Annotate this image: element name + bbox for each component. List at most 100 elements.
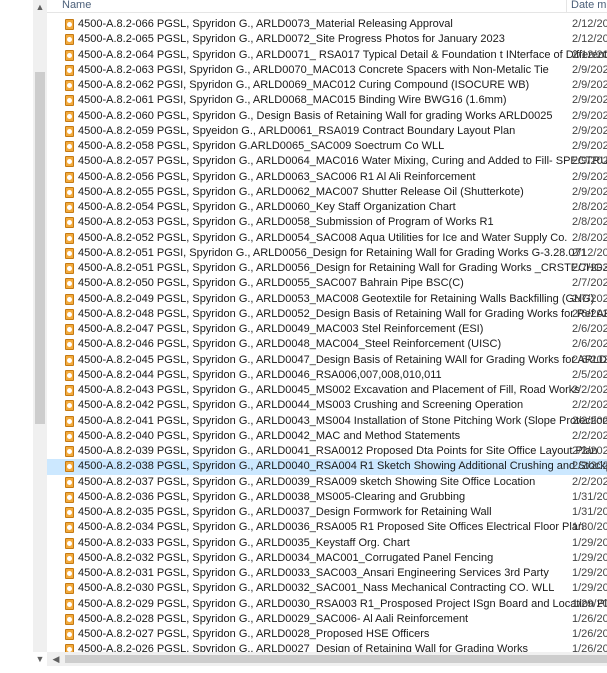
- file-row[interactable]: 4500-A.8.2-051 PGSL, Spyridon G., ARLD00…: [47, 261, 607, 276]
- file-row[interactable]: 4500-A.8.2-036 PGSL, Spyridon G., ARLD00…: [47, 490, 607, 505]
- file-row[interactable]: 4500-A.8.2-061 PGSI, Spyridon G., ARLD00…: [47, 93, 607, 108]
- file-row[interactable]: 4500-A.8.2-041 PGSL, Spyridon G., ARLD00…: [47, 414, 607, 429]
- file-date: 2/6/2023: [572, 307, 607, 320]
- column-name-header[interactable]: Name: [62, 0, 91, 11]
- file-name: 4500-A.8.2-062 PGSI, Spyridon G., ARLD00…: [78, 79, 530, 91]
- file-row[interactable]: 4500-A.8.2-037 PGSL, Spyridon G., ARLD00…: [47, 475, 607, 490]
- file-row[interactable]: 4500-A.8.2-034 PGSL, Spyridon G., ARLD00…: [47, 520, 607, 535]
- pdf-file-icon: [65, 95, 74, 107]
- file-row[interactable]: 4500-A.8.2-055 PGSL, Spyridon G., ARLD00…: [47, 185, 607, 200]
- file-date: 2/2/2023: [572, 414, 607, 427]
- file-date: 2/9/2023: [572, 94, 607, 107]
- pdf-file-icon: [65, 247, 74, 259]
- file-row[interactable]: 4500-A.8.2-062 PGSI, Spyridon G., ARLD00…: [47, 78, 607, 93]
- file-row[interactable]: 4500-A.8.2-059 PGSL, Spyeidon G., ARLD00…: [47, 124, 607, 139]
- file-row[interactable]: 4500-A.8.2-043 PGSL, Spyridon G., ARLD00…: [47, 383, 607, 398]
- file-row[interactable]: 4500-A.8.2-027 PGSL, Spyridon G., ARLD00…: [47, 627, 607, 642]
- vertical-scroll-thumb[interactable]: [35, 72, 45, 424]
- file-row[interactable]: 4500-A.8.2-049 PGSL, Spyridon G., ARLD00…: [47, 292, 607, 307]
- file-name: 4500-A.8.2-057 PGSL, Spyridon G., ARLD00…: [78, 155, 607, 168]
- file-row[interactable]: 4500-A.8.2-032 PGSL, Spyridon G., ARLD00…: [47, 551, 607, 566]
- file-name: 4500-A.8.2-041 PGSL, Spyridon G., ARLD00…: [78, 414, 607, 427]
- horizontal-scroll-thumb[interactable]: [65, 655, 607, 663]
- column-date-header[interactable]: Date mod: [571, 0, 607, 11]
- file-row[interactable]: 4500-A.8.2-050 PGSL, Spyridon G., ARLD00…: [47, 276, 607, 291]
- file-row[interactable]: 4500-A.8.2-029 PGSL, Spyridon G., ARLD00…: [47, 597, 607, 612]
- file-name: 4500-A.8.2-066 PGSL, Spyridon G., ARLD00…: [78, 18, 453, 30]
- file-row[interactable]: 4500-A.8.2-046 PGSL, Spyridon G., ARLD00…: [47, 337, 607, 352]
- pdf-file-icon: [65, 568, 74, 579]
- file-date: 2/12/202: [572, 18, 607, 30]
- file-row[interactable]: 4500-A.8.2-038 PGSL, Spyridon G., ARLD00…: [47, 459, 607, 475]
- file-name: 4500-A.8.2-044 PGSL, Spyridon G., ARLD00…: [78, 368, 442, 381]
- file-row[interactable]: 4500-A.8.2-040 PGSL, Spyridon G., ARLD00…: [47, 429, 607, 444]
- file-row[interactable]: 4500-A.8.2-056 PGSL, Spyridon G., ARLD00…: [47, 170, 607, 185]
- file-date: 1/29/202: [572, 597, 607, 610]
- file-row[interactable]: 4500-A.8.2-039 PGSL, Spyridon G., ARLD00…: [47, 444, 607, 459]
- file-row[interactable]: 4500-A.8.2-058 PGSL, Spyridon G.ARLD0065…: [47, 139, 607, 154]
- file-date: 1/31/202: [572, 506, 607, 518]
- file-row[interactable]: 4500-A.8.2-042 PGSL, Spyridon G., ARLD00…: [47, 398, 607, 413]
- file-row[interactable]: 4500-A.8.2-057 PGSL, Spyridon G., ARLD00…: [47, 154, 607, 169]
- file-row[interactable]: 4500-A.8.2-035 PGSL, Spyridon G., ARLD00…: [47, 505, 607, 520]
- file-row[interactable]: 4500-A.8.2-052 PGSL, Spyridon G., ARLD00…: [47, 231, 607, 246]
- file-name: 4500-A.8.2-030 PGSL, Spyridon G., ARLD00…: [78, 582, 555, 595]
- pdf-file-icon: [65, 156, 74, 168]
- file-name: 4500-A.8.2-032 PGSL, Spyridon G., ARLD00…: [78, 551, 494, 564]
- file-date: 1/31/202: [572, 490, 607, 503]
- file-name: 4500-A.8.2-052 PGSL, Spyridon G., ARLD00…: [78, 231, 568, 244]
- column-divider[interactable]: [566, 0, 567, 12]
- file-date: 2/2/2023: [572, 460, 607, 473]
- file-row[interactable]: 4500-A.8.2-064 PGSL, Spyridon G., ARLD00…: [47, 48, 607, 63]
- file-list: 4500-A.8.2-066 PGSL, Spyridon G., ARLD00…: [47, 17, 607, 658]
- file-date: 2/12/202: [572, 33, 607, 46]
- file-name: 4500-A.8.2-038 PGSL, Spyridon G., ARLD00…: [78, 460, 607, 473]
- pdf-file-icon: [65, 354, 74, 366]
- file-row[interactable]: 4500-A.8.2-066 PGSL, Spyridon G., ARLD00…: [47, 17, 607, 32]
- file-date: 2/2/2023: [572, 445, 607, 457]
- file-date: 2/6/2023: [572, 323, 607, 335]
- file-name: 4500-A.8.2-047 PGSL, Spyridon G., ARLD00…: [78, 323, 484, 335]
- file-row[interactable]: 4500-A.8.2-044 PGSL, Spyridon G., ARLD00…: [47, 368, 607, 383]
- navigation-pane: [0, 0, 33, 652]
- column-header: Name Date mod: [47, 0, 607, 13]
- file-date: 2/9/2023: [572, 185, 607, 198]
- file-row[interactable]: 4500-A.8.2-045 PGSL, Spyridon G., ARLD00…: [47, 353, 607, 368]
- file-row[interactable]: 4500-A.8.2-054 PGSL, Spyridon G., ARLD00…: [47, 200, 607, 215]
- file-row[interactable]: 4500-A.8.2-031 PGSL, Spyridon G., ARLD00…: [47, 566, 607, 581]
- file-name: 4500-A.8.2-045 PGSL, Spyridon G., ARLD00…: [78, 353, 607, 366]
- file-date: 1/29/202: [572, 536, 607, 549]
- file-row[interactable]: 4500-A.8.2-053 PGSL, Spyridon G., ARLD00…: [47, 215, 607, 230]
- file-row[interactable]: 4500-A.8.2-047 PGSL, Spyridon G., ARLD00…: [47, 322, 607, 337]
- file-row[interactable]: 4500-A.8.2-063 PGSI, Spyridon G., ARLD00…: [47, 63, 607, 78]
- scroll-up-icon[interactable]: ▲: [33, 0, 47, 14]
- pdf-file-icon: [65, 552, 74, 564]
- file-name: 4500-A.8.2-054 PGSL, Spyridon G., ARLD00…: [78, 201, 456, 213]
- pdf-file-icon: [65, 446, 74, 457]
- pdf-file-icon: [65, 293, 74, 305]
- file-row[interactable]: 4500-A.8.2-051 PGSI, Spyridon G., ARLD00…: [47, 246, 607, 261]
- pdf-file-icon: [65, 278, 74, 290]
- file-date: 2/2/2023: [572, 475, 607, 488]
- file-row[interactable]: 4500-A.8.2-030 PGSL, Spyridon G., ARLD00…: [47, 581, 607, 596]
- file-name: 4500-A.8.2-051 PGSI, Spyridon G., ARLD00…: [78, 246, 587, 259]
- scroll-left-icon[interactable]: ◀: [49, 652, 63, 666]
- file-name: 4500-A.8.2-055 PGSL, Spyridon G., ARLD00…: [78, 185, 524, 198]
- file-date: 2/8/2023: [572, 231, 607, 244]
- file-date: 1/29/202: [572, 551, 607, 564]
- horizontal-scrollbar[interactable]: ◀: [33, 652, 607, 666]
- file-name: 4500-A.8.2-029 PGSL, Spyridon G., ARLD00…: [78, 597, 607, 610]
- file-row[interactable]: 4500-A.8.2-028 PGSL, Spyridon G., ARLD00…: [47, 612, 607, 627]
- scroll-down-icon[interactable]: ▼: [33, 652, 47, 666]
- file-row[interactable]: 4500-A.8.2-033 PGSL, Spyridon G., ARLD00…: [47, 536, 607, 551]
- vertical-scrollbar[interactable]: ▲: [33, 0, 47, 652]
- file-row[interactable]: 4500-A.8.2-065 PGSL, Spyridon G., ARLD00…: [47, 32, 607, 47]
- file-row[interactable]: 4500-A.8.2-048 PGSL, Spyridon G., ARLD00…: [47, 307, 607, 322]
- file-name: 4500-A.8.2-049 PGSL, Spyridon G., ARLD00…: [78, 292, 595, 305]
- pdf-file-icon: [65, 186, 74, 198]
- file-date: 2/7/2023: [572, 277, 607, 290]
- file-date: 1/29/202: [572, 582, 607, 595]
- pdf-file-icon: [65, 324, 74, 335]
- file-row[interactable]: 4500-A.8.2-060 PGSL, Spyridon G., Design…: [47, 109, 607, 124]
- pdf-file-icon: [65, 461, 74, 473]
